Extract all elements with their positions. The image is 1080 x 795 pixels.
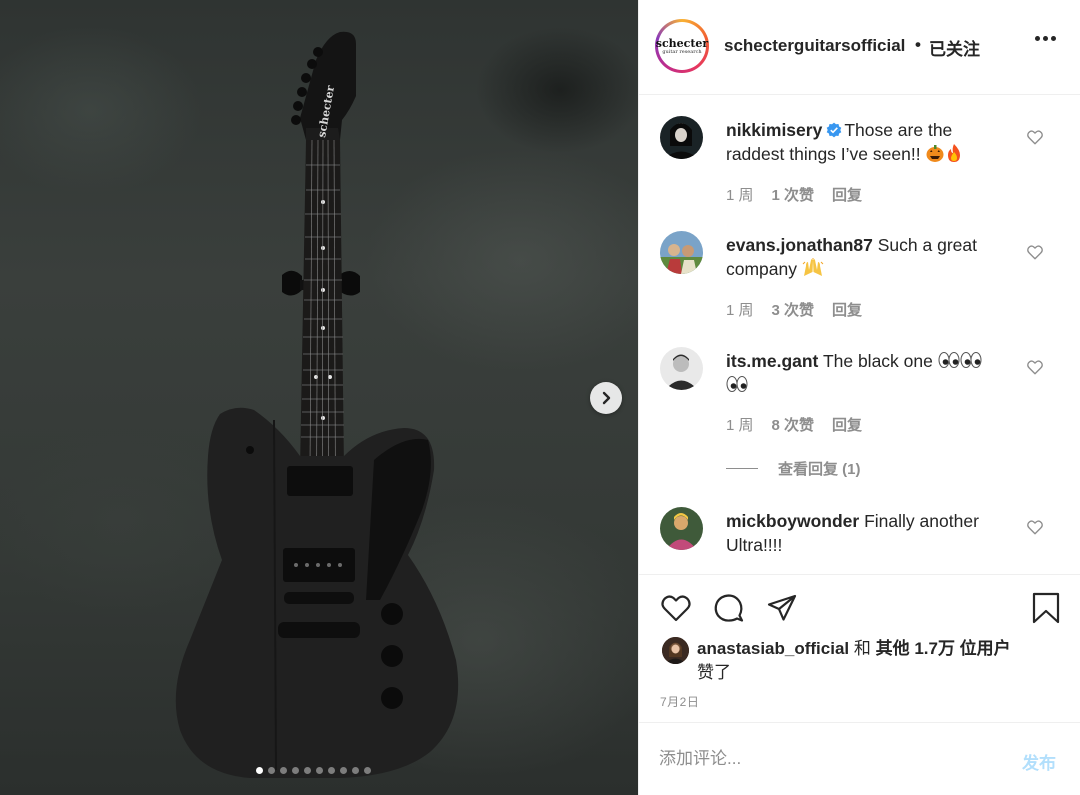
- heart-icon[interactable]: [659, 591, 693, 625]
- eyes-emoji: [938, 352, 960, 368]
- comment-input[interactable]: [659, 749, 989, 769]
- comment-text: its.me.gant The black one: [726, 349, 996, 397]
- comment-username[interactable]: its.me.gant: [726, 351, 818, 371]
- carousel-dot: [340, 767, 347, 774]
- comment-time: 1 周: [726, 302, 754, 319]
- view-replies-button[interactable]: 查看回复 (1): [726, 458, 861, 479]
- guitar-photo: schecter: [175, 31, 459, 778]
- comment-avatar[interactable]: [660, 347, 703, 390]
- comment-text: nikkimisery Those are the raddest things …: [726, 118, 996, 166]
- more-options-button[interactable]: [1035, 36, 1056, 41]
- chevron-right-icon: [602, 391, 611, 405]
- eyes-emoji: [960, 352, 982, 368]
- comment-likes[interactable]: 1 次赞: [772, 184, 815, 205]
- comment-meta: 1 周 3 次赞 回复: [726, 299, 862, 320]
- comment-username[interactable]: nikkimisery: [726, 120, 822, 140]
- follow-status-button[interactable]: 已关注: [929, 35, 980, 60]
- comment-meta: 1 周 1 次赞 回复: [726, 184, 862, 205]
- add-comment-section: 发布: [639, 722, 1080, 795]
- carousel-indicator: [256, 767, 371, 774]
- more-dot: [1035, 36, 1040, 41]
- post-date[interactable]: 7月2日: [660, 693, 699, 710]
- like-comment-heart-icon[interactable]: [1026, 358, 1044, 376]
- comment-icon[interactable]: [712, 591, 746, 625]
- carousel-dot: [304, 767, 311, 774]
- likes-connector: 和: [853, 639, 871, 658]
- avatar-logo-text: schecter: [655, 36, 709, 50]
- carousel-dot: [316, 767, 323, 774]
- comment-username[interactable]: mickboywonder: [726, 511, 859, 531]
- comment-body: The black one: [822, 351, 933, 371]
- avatar-logo-subtext: guitar research: [662, 48, 702, 55]
- avatar: schecter guitar research: [656, 25, 708, 67]
- like-comment-heart-icon[interactable]: [1026, 128, 1044, 146]
- comment-time: 1 周: [726, 417, 754, 434]
- comment-avatar[interactable]: [660, 116, 703, 159]
- like-comment-heart-icon[interactable]: [1026, 518, 1044, 536]
- comment-likes[interactable]: 3 次赞: [772, 299, 815, 320]
- reply-button[interactable]: 回复: [832, 299, 862, 320]
- more-dot: [1051, 36, 1056, 41]
- story-ring[interactable]: schecter guitar research: [655, 19, 709, 73]
- comment-text: evans.jonathan87 Such a great company: [726, 233, 996, 281]
- likes-others[interactable]: 其他 1.7万 位用户: [876, 639, 1011, 658]
- like-comment-heart-icon[interactable]: [1026, 243, 1044, 261]
- more-dot: [1043, 36, 1048, 41]
- liker-username[interactable]: anastasiab_official: [697, 639, 849, 658]
- liker-avatar[interactable]: [662, 637, 689, 664]
- eyes-emoji: [726, 376, 748, 392]
- jack-o-lantern-emoji: [926, 145, 944, 162]
- replies-divider-line: [726, 468, 758, 469]
- reply-button[interactable]: 回复: [832, 414, 862, 435]
- carousel-dot: [328, 767, 335, 774]
- likes-suffix: 赞了: [697, 663, 731, 682]
- comment-username[interactable]: evans.jonathan87: [726, 235, 873, 255]
- carousel-dot: [292, 767, 299, 774]
- carousel-dot: [364, 767, 371, 774]
- header-username[interactable]: schecterguitarsofficial: [724, 36, 905, 56]
- post-sidebar: schecter guitar research schecterguitars…: [638, 0, 1080, 795]
- view-replies-label: 查看回复 (1): [778, 461, 861, 478]
- post-media[interactable]: schecter: [0, 0, 638, 795]
- comment-avatar[interactable]: [660, 231, 703, 274]
- comment-text: mickboywonder Finally another Ultra!!!!: [726, 509, 996, 557]
- fire-emoji: [948, 144, 961, 162]
- carousel-dot: [280, 767, 287, 774]
- bookmark-icon[interactable]: [1029, 591, 1063, 625]
- carousel-dot: [256, 767, 263, 774]
- comment-meta: 1 周 8 次赞 回复: [726, 414, 862, 435]
- carousel-dot: [268, 767, 275, 774]
- post-comment-button[interactable]: 发布: [1022, 749, 1056, 774]
- comment-time: 1 周: [726, 187, 754, 204]
- post-actions: anastasiab_official 和 其他 1.7万 位用户 赞了 7月2…: [639, 574, 1080, 722]
- raising-hands-emoji: [802, 258, 824, 276]
- comment-avatar[interactable]: [660, 507, 703, 550]
- comment-likes[interactable]: 8 次赞: [772, 414, 815, 435]
- likes-summary: anastasiab_official 和 其他 1.7万 位用户 赞了: [697, 637, 1057, 685]
- share-icon[interactable]: [765, 591, 799, 625]
- header-separator: •: [915, 35, 921, 54]
- verified-badge-icon: [827, 122, 842, 138]
- carousel-dot: [352, 767, 359, 774]
- reply-button[interactable]: 回复: [832, 184, 862, 205]
- post-header: schecter guitar research schecterguitars…: [639, 0, 1080, 95]
- comments-list[interactable]: nikkimisery Those are the raddest things …: [639, 96, 1080, 573]
- carousel-next-button[interactable]: [590, 382, 622, 414]
